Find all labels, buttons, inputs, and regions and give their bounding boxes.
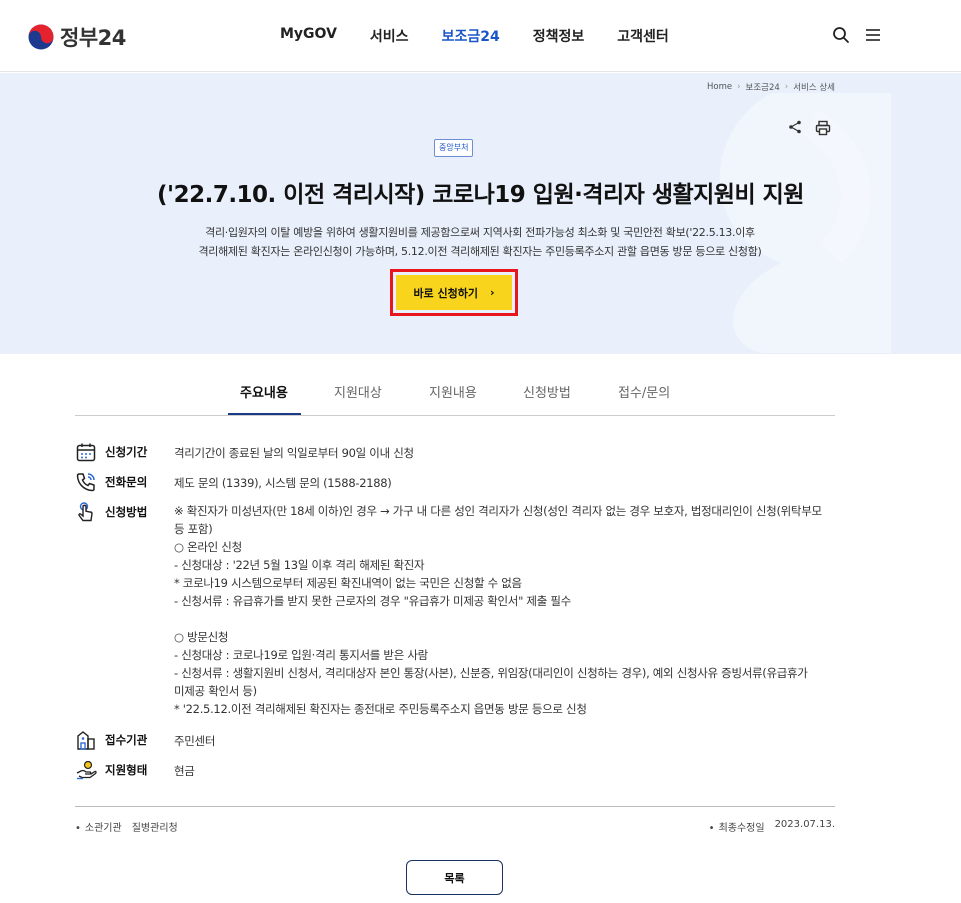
page-title: ('22.7.10. 이전 격리시작) 코로나19 입원·격리자 생활지원비 지… (157, 182, 804, 208)
method-line: ○ 방문신청 (174, 630, 229, 644)
detail-label: 신청기간 (105, 445, 148, 459)
method-line (174, 610, 838, 628)
meta-label: • 소관기관 (75, 823, 122, 834)
detail-label: 지원형태 (105, 763, 148, 777)
breadcrumb-current: 서비스 상세 (793, 83, 835, 93)
detail-row-agency: 접수기관 주민센터 (75, 731, 216, 751)
detail-value: 현금 (174, 764, 195, 778)
detail-row-type: 지원형태 현금 (75, 760, 195, 781)
taegeuk-logo-icon (28, 24, 54, 50)
description-line: 격리·입원자의 이탈 예방을 위하여 생활지원비를 제공함으로써 지역사회 전파… (205, 226, 755, 239)
divider (75, 806, 835, 807)
tab-how-to-apply[interactable]: 신청방법 (523, 382, 571, 401)
detail-value: 주민센터 (174, 734, 216, 748)
search-icon[interactable] (832, 26, 850, 44)
nav-customer-center[interactable]: 고객센터 (617, 26, 669, 46)
service-description: 격리·입원자의 이탈 예방을 위하여 생활지원비를 제공함으로써 지역사회 전파… (140, 223, 820, 261)
breadcrumb-chevron-icon: › (784, 82, 789, 92)
method-line: - 신청대상 : 코로나19로 입원·격리 통지서를 받은 사람 (174, 648, 428, 662)
logo-text: 정부24 (60, 26, 126, 50)
nav-mygov[interactable]: MyGOV (280, 26, 337, 46)
calendar-icon (76, 443, 96, 462)
nav-subsidy24[interactable]: 보조금24 (442, 26, 500, 46)
apply-method-details: ※ 확진자가 미성년자(만 18세 이하)인 경우 → 가구 내 다른 성인 격… (174, 502, 838, 718)
apply-now-label: 바로 신청하기 (413, 286, 478, 300)
detail-label: 신청방법 (105, 505, 148, 519)
apply-now-button[interactable]: 바로 신청하기 › (396, 275, 512, 310)
method-line: * '22.5.12.이전 격리해제된 확진자는 종전대로 주민등록주소지 읍면… (174, 702, 587, 716)
list-button[interactable]: 목록 (406, 860, 503, 895)
service-hero: Home › 보조금24 › 서비스 상세 중앙부처 ('22.7.10. 이전… (0, 73, 961, 354)
method-line: * 코로나19 시스템으로부터 제공된 확진내역이 없는 국민은 신청할 수 없… (174, 576, 522, 590)
method-line: - 신청서류 : 유급휴가를 받지 못한 근로자의 경우 "유급휴가 미제공 확… (174, 594, 571, 608)
method-line: - 신청대상 : '22년 5월 13일 이후 격리 해제된 확진자 (174, 558, 425, 572)
method-line: 등 포함) (174, 522, 213, 536)
meta-label: • 최종수정일 (708, 823, 765, 834)
breadcrumb-chevron-icon: › (737, 82, 741, 92)
share-icon[interactable] (788, 120, 802, 134)
detail-tabs: 주요내용 지원대상 지원내용 신청방법 접수/문의 (75, 370, 835, 416)
hand-touch-icon (78, 502, 93, 522)
detail-row-period: 신청기간 격리기간이 종료된 날의 익일로부터 90일 이내 신청 (75, 443, 414, 463)
last-modified: • 최종수정일 2023.07.13. (709, 819, 835, 834)
detail-row-method: 신청방법 (75, 502, 174, 523)
nav-services[interactable]: 서비스 (370, 26, 409, 46)
method-line: - 신청서류 : 생활지원비 신청서, 격리대상자 본인 통장(사본), 신분증… (174, 666, 808, 680)
description-line: 격리해제된 확진자는 온라인신청이 가능하며, 5.12.이전 격리해제된 확진… (198, 245, 762, 258)
active-tab-indicator (228, 413, 301, 415)
chevron-right-icon: › (490, 286, 495, 299)
breadcrumb: Home › 보조금24 › 서비스 상세 (707, 81, 835, 93)
tab-support-content[interactable]: 지원내용 (429, 382, 477, 401)
meta-value: 2023.07.13. (774, 819, 835, 830)
bullet-icon: • (75, 823, 81, 834)
meta-value: 질병관리청 (131, 823, 178, 834)
tab-eligibility[interactable]: 지원대상 (334, 382, 382, 401)
detail-value: 제도 문의 (1339), 시스템 문의 (1588-2188) (174, 476, 392, 490)
apply-button-highlight: 바로 신청하기 › (390, 269, 518, 316)
menu-icon[interactable] (864, 26, 882, 44)
hand-coin-icon (76, 760, 97, 780)
detail-value: 격리기간이 종료된 날의 익일로부터 90일 이내 신청 (174, 446, 414, 460)
tab-main-content[interactable]: 주요내용 (240, 382, 288, 401)
method-line: ※ 확진자가 미성년자(만 18세 이하)인 경우 → 가구 내 다른 성인 격… (174, 504, 822, 518)
method-line: 미제공 확인서 등) (174, 684, 257, 698)
site-header: 정부24 MyGOV 서비스 보조금24 정책정보 고객센터 (0, 0, 961, 72)
method-line: ○ 온라인 신청 (174, 540, 242, 554)
detail-row-phone: 전화문의 제도 문의 (1339), 시스템 문의 (1588-2188) (75, 473, 392, 493)
detail-label: 접수기관 (105, 733, 148, 747)
logo[interactable]: 정부24 (28, 22, 126, 52)
bullet-icon: • (708, 823, 715, 834)
nav-policy-info[interactable]: 정책정보 (533, 26, 585, 46)
breadcrumb-home[interactable]: Home (707, 82, 732, 92)
main-nav: MyGOV 서비스 보조금24 정책정보 고객센터 (280, 26, 702, 46)
tab-contact[interactable]: 접수/문의 (618, 382, 670, 401)
responsible-agency: • 소관기관 질병관리청 (75, 819, 178, 834)
building-icon (77, 731, 95, 750)
print-icon[interactable] (815, 120, 831, 136)
breadcrumb-subsidy24[interactable]: 보조금24 (746, 81, 780, 93)
phone-icon (76, 473, 95, 492)
detail-label: 전화문의 (105, 475, 148, 489)
org-category-badge: 중앙부처 (434, 139, 474, 157)
